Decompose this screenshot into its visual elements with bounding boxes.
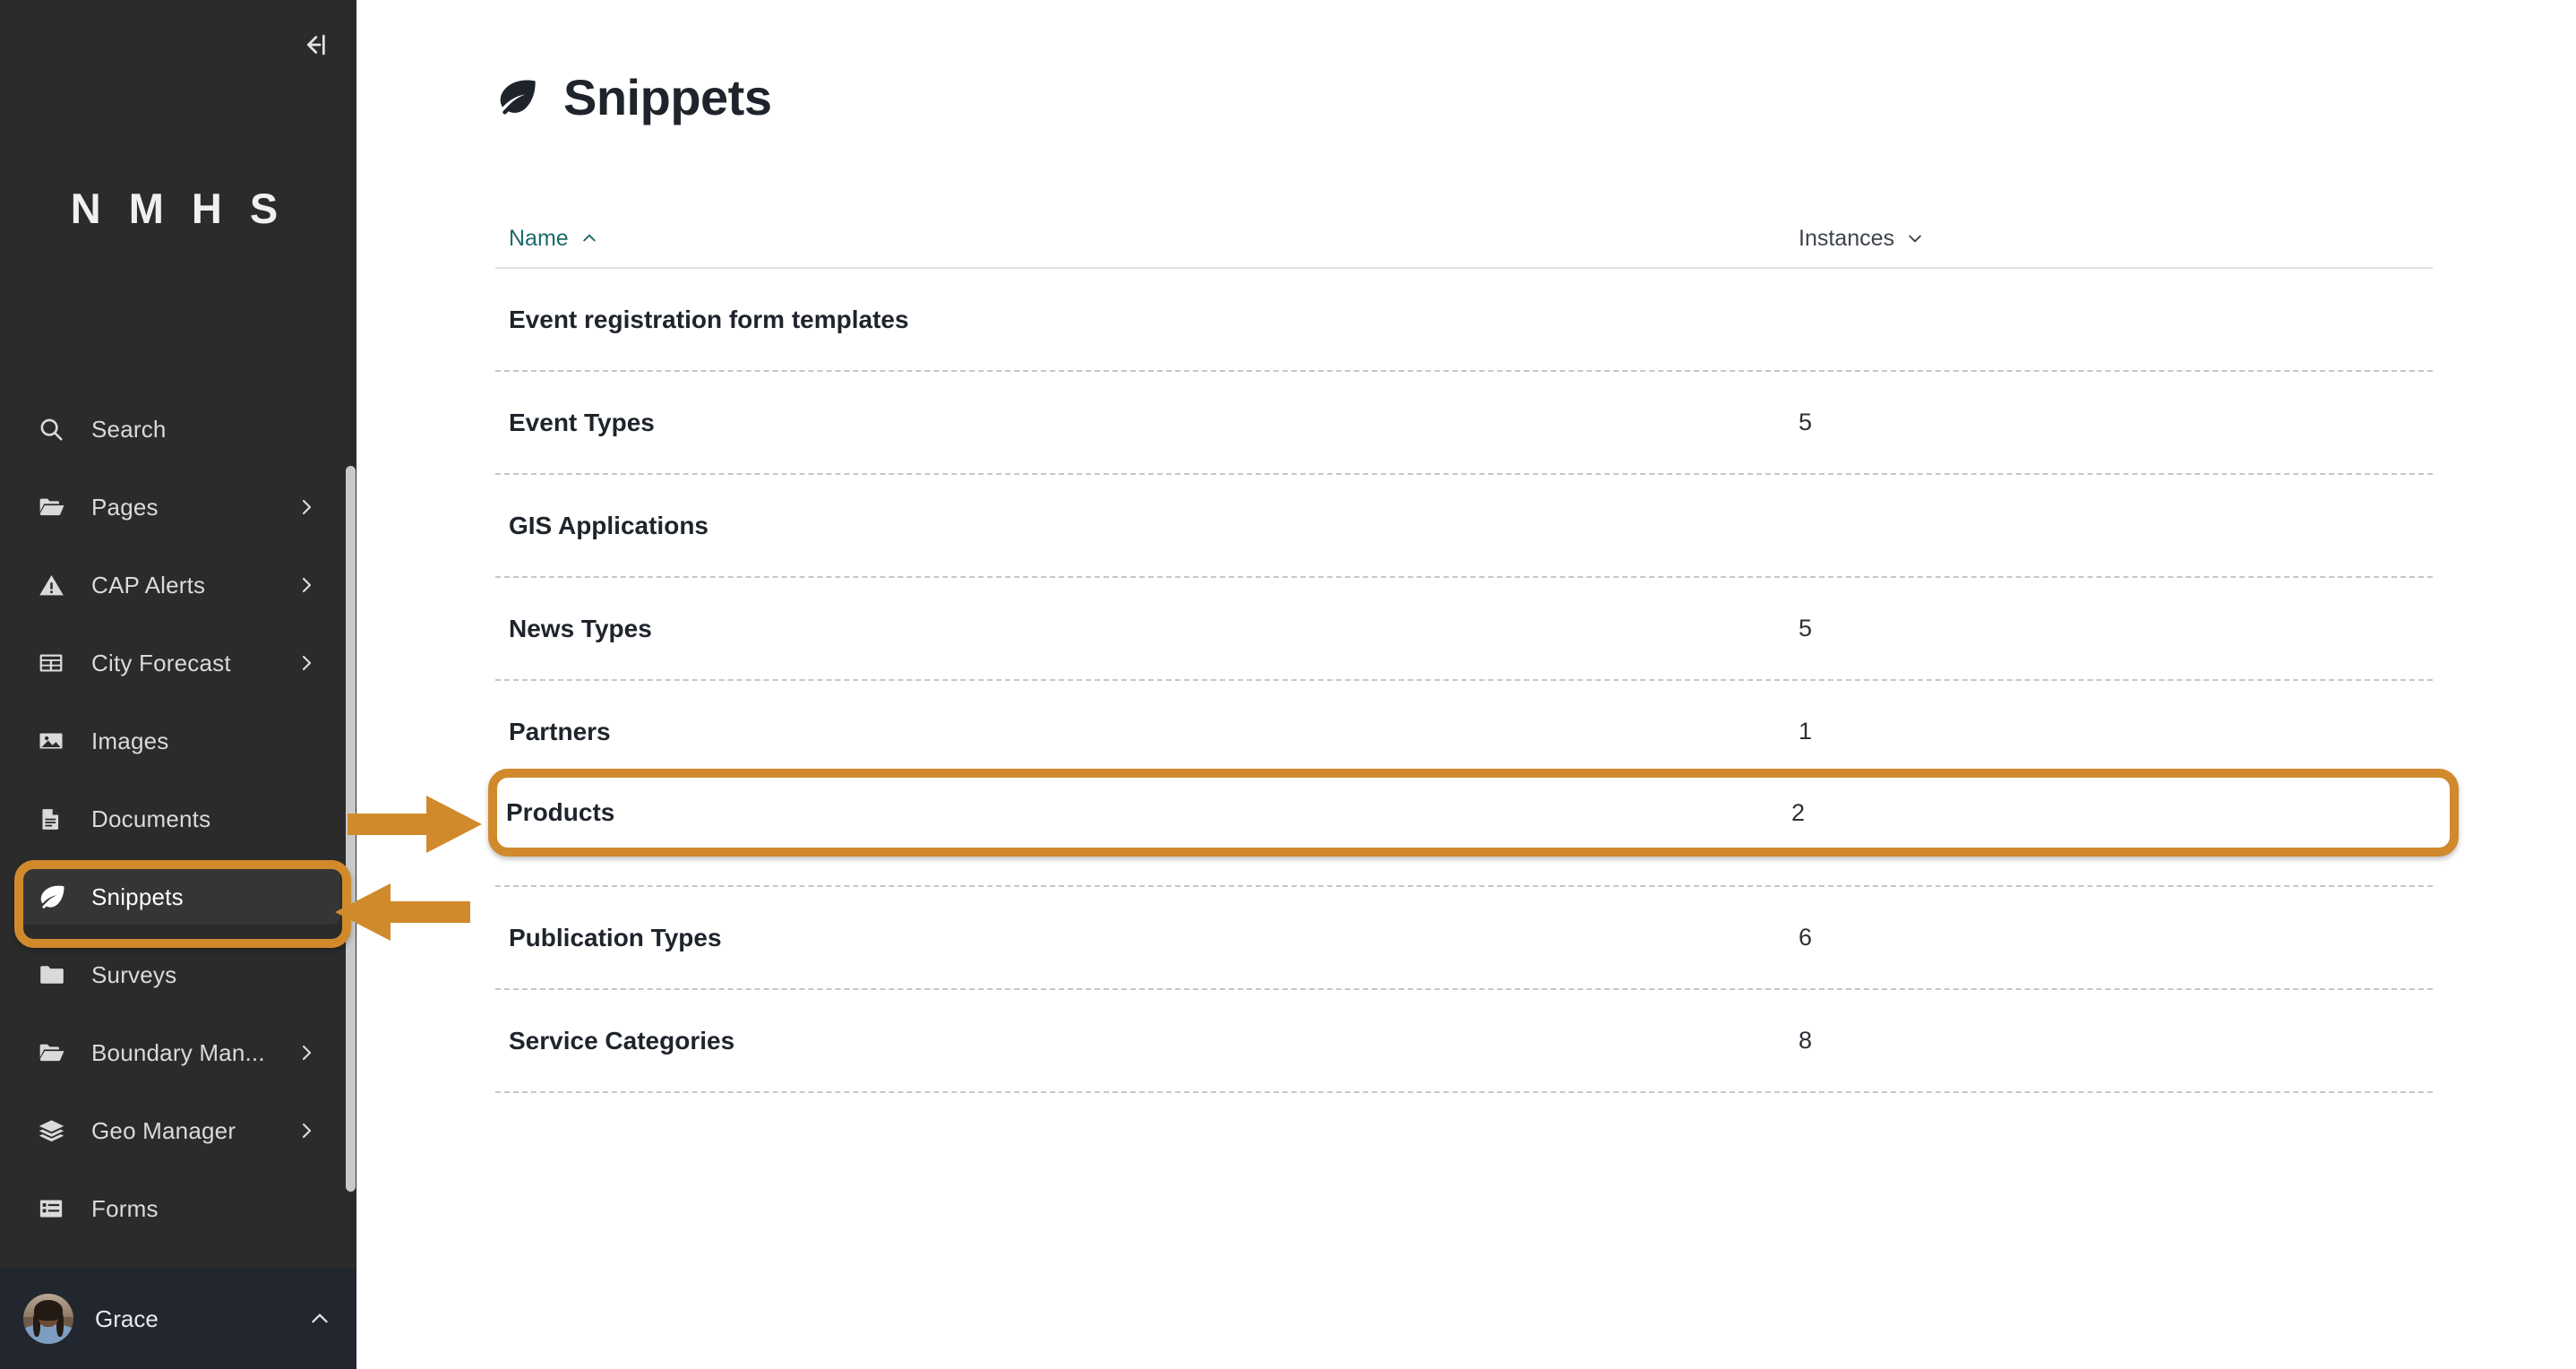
leaf-icon	[495, 75, 540, 120]
layers-icon	[38, 1117, 72, 1145]
app-root: N M H S Search Pages CAP Alerts City For…	[0, 0, 2576, 1369]
sidebar-item-label: Images	[91, 727, 169, 754]
image-icon	[38, 728, 72, 754]
user-name: Grace	[95, 1304, 159, 1332]
chevron-up-icon[interactable]	[580, 229, 598, 247]
avatar	[23, 1294, 73, 1344]
row-instances: 6	[1799, 924, 1813, 951]
page-header: Snippets	[495, 68, 772, 126]
row-name: Partners	[509, 717, 611, 745]
folder-icon	[38, 960, 72, 989]
sidebar-item-label: Pages	[91, 493, 159, 521]
sidebar-item-label: Geo Manager	[91, 1116, 236, 1144]
table-row[interactable]: News Types 5	[495, 578, 2433, 681]
brand-logo: N M H S	[70, 185, 287, 232]
sidebar-item-city-forecast[interactable]: City Forecast	[16, 635, 340, 691]
row-name: GIS Applications	[509, 511, 708, 539]
table-row[interactable]: Publication Types 6	[495, 887, 2433, 990]
sidebar-item-label: Boundary Man...	[91, 1038, 265, 1066]
list-icon	[38, 1195, 72, 1222]
sidebar-item-label: CAP Alerts	[91, 571, 206, 598]
column-header-name[interactable]: Name	[495, 226, 1799, 252]
sidebar-nav: Search Pages CAP Alerts City Forecast Im…	[0, 401, 356, 1259]
sidebar-item-search[interactable]: Search	[16, 401, 340, 457]
sidebar-item-label: Forms	[91, 1194, 159, 1222]
sidebar-item-documents[interactable]: Documents	[16, 791, 340, 847]
sidebar-item-cap-alerts[interactable]: CAP Alerts	[16, 557, 340, 613]
chevron-right-icon[interactable]	[296, 652, 317, 674]
page-title: Snippets	[563, 69, 772, 125]
row-name: Event Types	[509, 408, 655, 436]
sidebar-item-label: Documents	[91, 805, 211, 832]
chevron-down-icon[interactable]	[1906, 229, 1924, 247]
chevron-right-icon[interactable]	[296, 1042, 317, 1063]
sidebar-item-geo-manager[interactable]: Geo Manager	[16, 1103, 340, 1158]
sidebar-item-boundary-manager[interactable]: Boundary Man...	[16, 1025, 340, 1081]
chevron-up-icon[interactable]	[308, 1307, 331, 1330]
sidebar-item-forms[interactable]: Forms	[16, 1181, 340, 1236]
table-row[interactable]: Event Types 5	[495, 372, 2433, 475]
sidebar-item-label: City Forecast	[91, 649, 231, 676]
row-instances: 8	[1799, 1027, 1813, 1054]
column-header-label: Instances	[1799, 225, 1895, 251]
sidebar: N M H S Search Pages CAP Alerts City For…	[0, 0, 356, 1369]
row-name: News Types	[509, 614, 652, 642]
row-name: Publication Types	[509, 923, 722, 951]
table-row-products[interactable]	[495, 784, 2433, 887]
table-icon	[38, 650, 72, 676]
chevron-right-icon[interactable]	[296, 496, 317, 518]
collapse-panel-icon[interactable]	[294, 25, 333, 65]
column-header-instances[interactable]: Instances	[1799, 226, 1924, 252]
sidebar-item-snippets[interactable]: Snippets	[16, 869, 340, 925]
sidebar-item-label: Search	[91, 415, 167, 443]
row-instances: 5	[1799, 615, 1813, 641]
sidebar-item-pages[interactable]: Pages	[16, 479, 340, 535]
sidebar-scrollbar[interactable]	[346, 466, 356, 1192]
search-icon	[38, 416, 72, 443]
chevron-right-icon[interactable]	[296, 574, 317, 596]
row-instances: 5	[1799, 409, 1813, 435]
row-name: Event registration form templates	[509, 305, 909, 333]
column-header-label: Name	[509, 225, 569, 251]
leaf-icon	[38, 883, 72, 912]
table-row[interactable]: Event registration form templates	[495, 269, 2433, 372]
table-row[interactable]: Service Categories 8	[495, 990, 2433, 1093]
sidebar-item-surveys[interactable]: Surveys	[16, 947, 340, 1003]
folder-open-icon	[38, 493, 72, 521]
chevron-right-icon[interactable]	[296, 1120, 317, 1141]
folder-open-icon	[38, 1038, 72, 1067]
snippets-table: Name Instances Event registration form t…	[495, 222, 2433, 1093]
sidebar-item-label: Surveys	[91, 960, 177, 988]
sidebar-item-images[interactable]: Images	[16, 713, 340, 769]
document-icon	[38, 806, 72, 832]
main-content: Snippets Name Instances Event registrati…	[356, 0, 2576, 1369]
row-name: Service Categories	[509, 1026, 735, 1055]
row-instances: 1	[1799, 718, 1813, 745]
table-row[interactable]: GIS Applications	[495, 475, 2433, 578]
user-menu[interactable]: Grace	[0, 1269, 356, 1369]
table-header-row: Name Instances	[495, 222, 2433, 269]
table-row[interactable]: Partners 1	[495, 681, 2433, 784]
warning-icon	[38, 572, 72, 599]
sidebar-item-label: Snippets	[91, 883, 184, 910]
